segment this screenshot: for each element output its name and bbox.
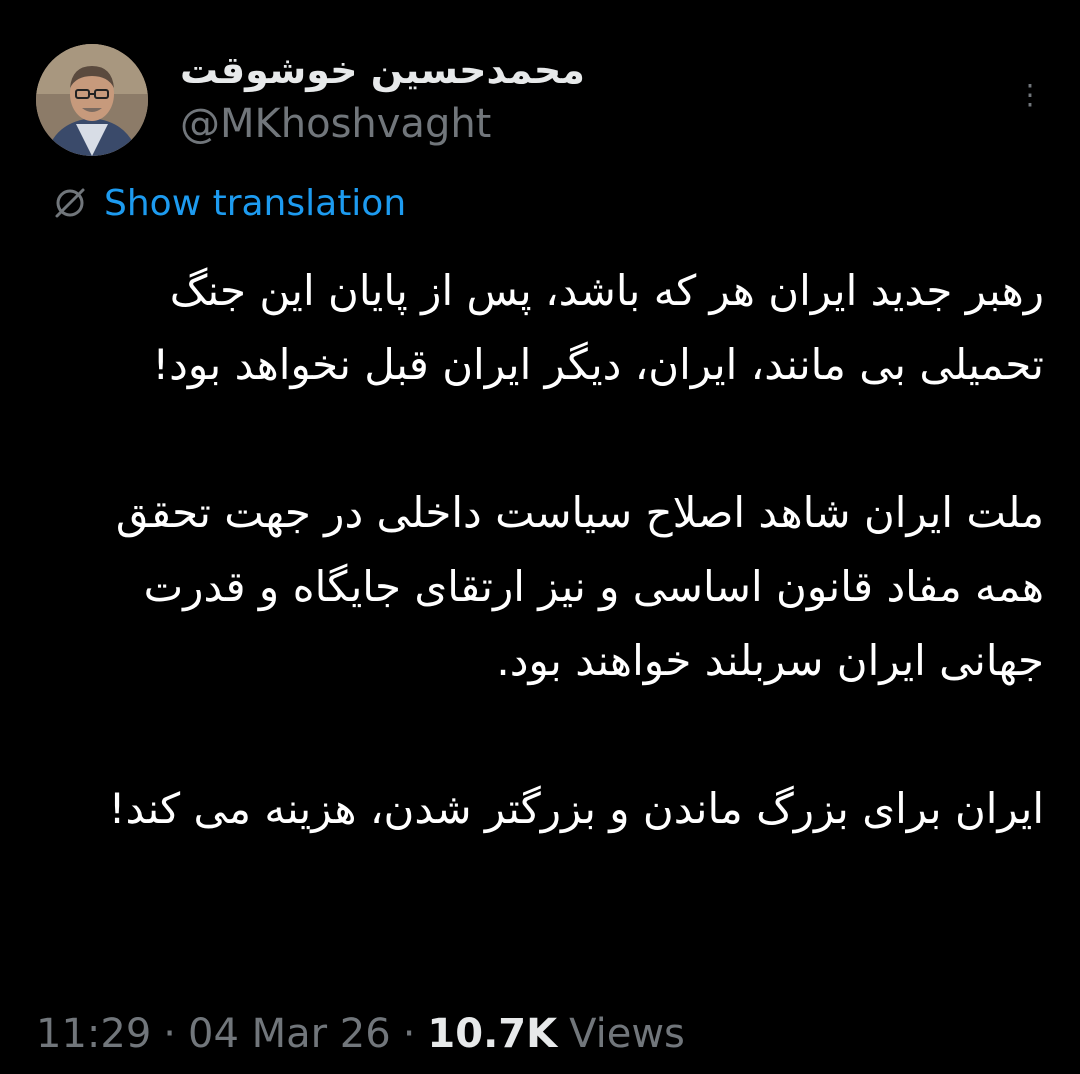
show-translation-button[interactable]: Show translation <box>50 178 406 228</box>
author-name[interactable]: محمدحسین خوشوقت <box>180 44 585 96</box>
show-translation-label: Show translation <box>104 182 407 224</box>
meta-separator: · <box>402 1011 416 1057</box>
views-count: 10.7K <box>427 1011 558 1057</box>
avatar-photo <box>36 44 148 156</box>
tweet-time[interactable]: 11:29 <box>36 1011 151 1057</box>
tweet-body: رهبر جدید ایران هر که باشد، پس از پایان … <box>34 254 1044 846</box>
tweet-paragraph: ایران برای بزرگ ماندن و بزرگتر شدن، هزین… <box>108 784 1044 833</box>
more-menu-icon[interactable]: ⋮ <box>1016 80 1044 110</box>
tweet-meta: 11:29 · 04 Mar 26 · 10.7K Views <box>36 1004 685 1064</box>
avatar[interactable] <box>36 44 148 156</box>
tweet-date[interactable]: 04 Mar 26 <box>188 1011 391 1057</box>
tweet-paragraph: رهبر جدید ایران هر که باشد، پس از پایان … <box>152 266 1044 389</box>
tweet: محمدحسین خوشوقت @MKhoshvaght ⋮ Show tran… <box>0 0 1080 1074</box>
tweet-paragraph: ملت ایران شاهد اصلاح سیاست داخلی در جهت … <box>115 488 1044 685</box>
views-label: Views <box>569 1011 685 1057</box>
globe-slash-icon <box>50 183 90 223</box>
author-handle[interactable]: @MKhoshvaght <box>180 98 491 150</box>
meta-separator: · <box>163 1011 176 1057</box>
